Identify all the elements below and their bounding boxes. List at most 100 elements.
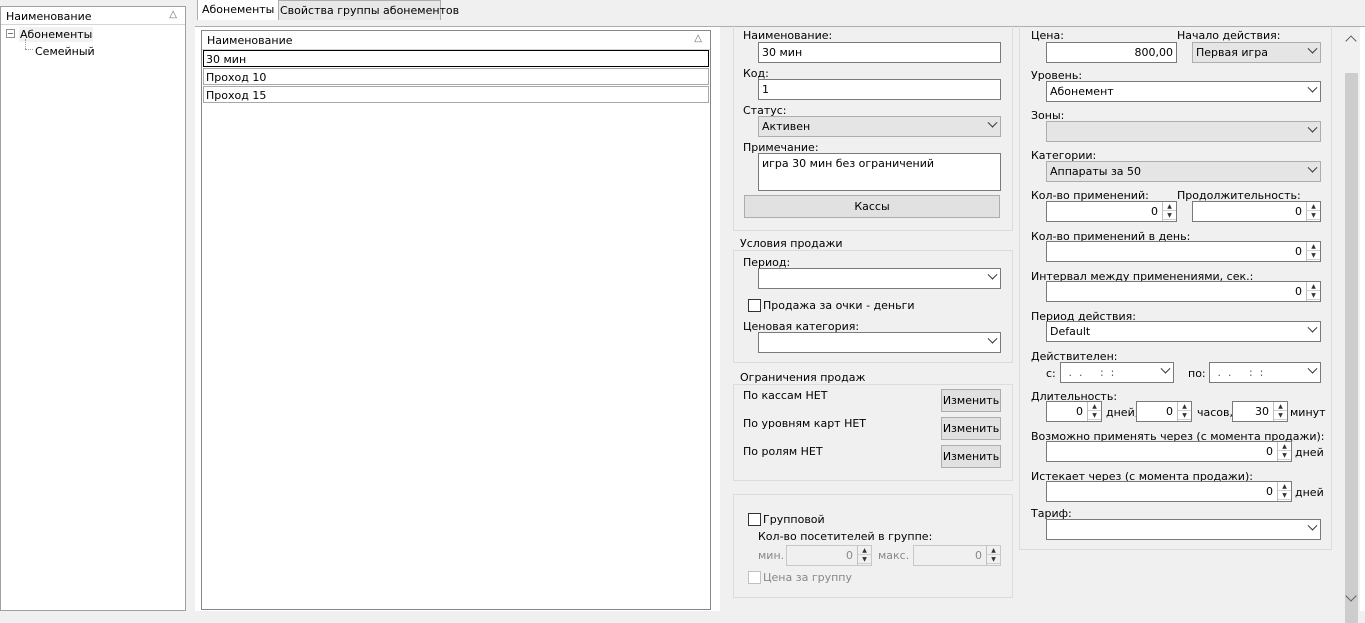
list-item[interactable]: 30 мин: [203, 50, 709, 67]
tariff-select[interactable]: [1046, 519, 1321, 540]
chevron-down-icon: [1307, 82, 1318, 93]
name-label: Наименование:: [743, 29, 833, 42]
spin-up-icon[interactable]: ▲: [1274, 402, 1287, 411]
min-visitors-input[interactable]: 0 ▲ ▼: [786, 545, 872, 566]
spin-up-icon[interactable]: ▲: [1307, 202, 1320, 211]
valid-to-date[interactable]: . . : :: [1209, 362, 1321, 383]
from-label: с:: [1046, 367, 1056, 380]
list-item[interactable]: Проход 10: [203, 68, 709, 85]
spin-down-icon[interactable]: ▼: [1088, 411, 1101, 420]
categories-select[interactable]: Аппараты за 50: [1046, 161, 1321, 182]
vertical-scrollbar[interactable]: [1343, 27, 1360, 623]
change-roles-button[interactable]: Изменить: [941, 445, 1001, 468]
chevron-down-icon[interactable]: [1307, 363, 1318, 374]
group-price-label: Цена за группу: [763, 571, 852, 584]
apply-after-value: 0: [1266, 445, 1273, 458]
tab-abonementy[interactable]: Абонементы: [197, 0, 280, 20]
start-select[interactable]: Первая игра: [1192, 42, 1321, 63]
spin-up-icon[interactable]: ▲: [1278, 482, 1291, 491]
list-item[interactable]: Проход 15: [203, 86, 709, 103]
spin-down-icon[interactable]: ▼: [1278, 451, 1291, 460]
valid-from-date[interactable]: . . : :: [1060, 362, 1174, 383]
days-value: 0: [1076, 405, 1083, 418]
spinner[interactable]: ▲ ▼: [1087, 402, 1101, 421]
spin-up-icon[interactable]: ▲: [1307, 282, 1320, 291]
spin-down-icon[interactable]: ▼: [858, 555, 871, 564]
code-input[interactable]: 1: [758, 79, 1001, 100]
spinner[interactable]: ▲ ▼: [1306, 202, 1320, 221]
max-visitors-value: 0: [975, 549, 982, 562]
status-value: Активен: [762, 120, 811, 133]
price-input[interactable]: 800,00: [1046, 42, 1177, 63]
spin-down-icon[interactable]: ▼: [1274, 411, 1287, 420]
spin-up-icon[interactable]: ▲: [1163, 202, 1176, 211]
spin-down-icon[interactable]: ▼: [1178, 411, 1191, 420]
spinner[interactable]: ▲ ▼: [986, 546, 1000, 565]
sale-conditions-title: Условия продажи: [737, 237, 846, 250]
spin-up-icon[interactable]: ▲: [1278, 442, 1291, 451]
tree-line: [25, 39, 26, 49]
spinner[interactable]: ▲ ▼: [1162, 202, 1176, 221]
spin-down-icon[interactable]: ▼: [1163, 211, 1176, 220]
start-value: Первая игра: [1196, 46, 1269, 59]
min-visitors-value: 0: [846, 549, 853, 562]
period-action-select[interactable]: Default: [1046, 321, 1321, 342]
spin-up-icon[interactable]: ▲: [1307, 242, 1320, 251]
spin-down-icon[interactable]: ▼: [1307, 211, 1320, 220]
kassy-button[interactable]: Кассы: [744, 195, 1000, 218]
interval-input[interactable]: 0 ▲ ▼: [1046, 281, 1321, 302]
tree-header[interactable]: Наименование △: [1, 7, 185, 25]
hours-unit: часов,: [1197, 406, 1233, 419]
spinner[interactable]: ▲ ▼: [1277, 442, 1291, 461]
tree-node-semeyny[interactable]: Семейный: [35, 45, 95, 58]
points-checkbox[interactable]: [748, 299, 761, 312]
zones-select[interactable]: [1046, 121, 1321, 142]
spinner[interactable]: ▲ ▼: [1306, 242, 1320, 261]
spin-up-icon[interactable]: ▲: [1178, 402, 1191, 411]
spin-down-icon[interactable]: ▼: [1307, 251, 1320, 260]
tree-node-abonementy[interactable]: Абонементы: [19, 27, 94, 42]
list-header[interactable]: Наименование △: [202, 31, 710, 50]
spin-up-icon[interactable]: ▲: [858, 546, 871, 555]
collapse-icon[interactable]: −: [6, 29, 15, 38]
uses-per-day-input[interactable]: 0 ▲ ▼: [1046, 241, 1321, 262]
level-select[interactable]: Абонемент: [1046, 81, 1321, 102]
min-label: мин.: [758, 549, 785, 562]
uses-input[interactable]: 0 ▲ ▼: [1046, 201, 1177, 222]
price-label: Цена:: [1031, 29, 1064, 42]
hours-input[interactable]: 0 ▲ ▼: [1136, 401, 1192, 422]
chevron-down-icon: [987, 117, 998, 128]
group-checkbox[interactable]: [748, 513, 761, 526]
spinner[interactable]: ▲ ▼: [857, 546, 871, 565]
expires-input[interactable]: 0 ▲ ▼: [1046, 481, 1292, 502]
period-select[interactable]: [758, 268, 1001, 289]
apply-after-input[interactable]: 0 ▲ ▼: [1046, 441, 1292, 462]
name-input[interactable]: 30 мин: [758, 42, 1001, 63]
group-tree[interactable]: Наименование △ − Абонементы Семейный: [0, 6, 186, 611]
tab-group-properties[interactable]: Свойства группы абонементов: [275, 0, 459, 20]
days-input[interactable]: 0 ▲ ▼: [1046, 401, 1102, 422]
status-select[interactable]: Активен: [758, 116, 1001, 137]
group-price-checkbox[interactable]: [748, 571, 761, 584]
change-kassy-button[interactable]: Изменить: [941, 389, 1001, 412]
spinner[interactable]: ▲ ▼: [1177, 402, 1191, 421]
spinner[interactable]: ▲ ▼: [1273, 402, 1287, 421]
change-card-levels-button[interactable]: Изменить: [941, 417, 1001, 440]
spinner[interactable]: ▲ ▼: [1306, 282, 1320, 301]
abonement-list[interactable]: Наименование △ 30 мин Проход 10 Проход 1…: [201, 30, 711, 610]
max-visitors-input[interactable]: 0 ▲ ▼: [913, 545, 1001, 566]
spin-down-icon[interactable]: ▼: [1278, 491, 1291, 500]
spin-down-icon[interactable]: ▼: [1307, 291, 1320, 300]
scroll-up-icon[interactable]: [1345, 35, 1357, 47]
duration-input[interactable]: 0 ▲ ▼: [1192, 201, 1321, 222]
spin-up-icon[interactable]: ▲: [1088, 402, 1101, 411]
spinner[interactable]: ▲ ▼: [1277, 482, 1291, 501]
spin-up-icon[interactable]: ▲: [987, 546, 1000, 555]
spin-down-icon[interactable]: ▼: [987, 555, 1000, 564]
price-category-select[interactable]: [758, 332, 1001, 353]
note-textarea[interactable]: игра 30 мин без ограничений: [758, 153, 1001, 191]
scrollbar-thumb[interactable]: [1345, 73, 1358, 623]
minutes-input[interactable]: 30 ▲ ▼: [1232, 401, 1288, 422]
chevron-down-icon[interactable]: [1160, 363, 1171, 374]
uses-per-day-value: 0: [1295, 245, 1302, 258]
